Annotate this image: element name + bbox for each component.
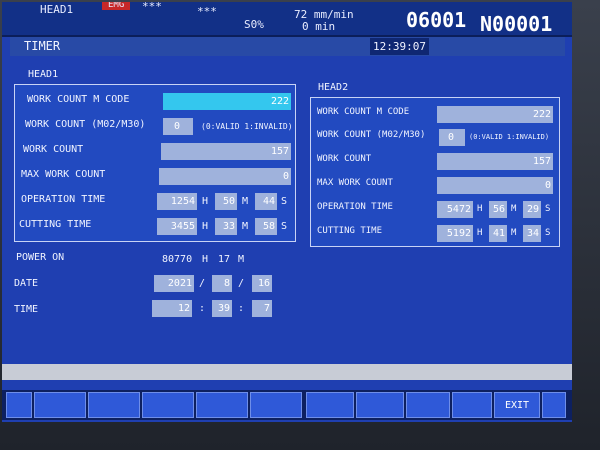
head1-count-field[interactable]: 157 (161, 143, 291, 160)
head1-title: HEAD1 (28, 69, 59, 80)
head1-op-hours[interactable]: 1254 (157, 193, 197, 210)
head2-m02-field[interactable]: 0 (439, 129, 465, 146)
head1-op-seconds[interactable]: 44 (255, 193, 277, 210)
status-stars-1: *** (142, 2, 162, 13)
status-header: HEAD1 EMG *** *** 72 mm/min S0% 0 min 06… (2, 2, 572, 37)
power-on-label: POWER ON (16, 252, 65, 263)
head1-cut-s-unit: S (281, 221, 288, 232)
softkey-9[interactable] (406, 392, 450, 418)
power-on-hours: 80770 (162, 254, 193, 265)
head2-op-m-unit: M (511, 204, 517, 214)
softkey-5[interactable] (196, 392, 248, 418)
head2-valid-note: (0:VALID 1:INVALID) (469, 133, 550, 141)
softkey-6[interactable] (250, 392, 302, 418)
softkey-1[interactable] (6, 392, 32, 418)
head2-m02-label: WORK COUNT (M02/M30) (317, 130, 426, 140)
program-number: 06001 (406, 8, 467, 32)
head2-count-field[interactable]: 157 (437, 153, 553, 170)
power-on-m-unit: M (238, 254, 245, 265)
power-on-h-unit: H (202, 254, 209, 265)
head1-count-label: WORK COUNT (23, 144, 84, 155)
head2-cut-h-unit: H (477, 228, 483, 238)
date-month[interactable]: 8 (212, 275, 232, 292)
date-label: DATE (14, 278, 39, 289)
head1-op-h-unit: H (202, 196, 209, 207)
head2-op-s-unit: S (545, 204, 551, 214)
head2-mcode-label: WORK COUNT M CODE (317, 107, 410, 117)
time-minutes[interactable]: 39 (212, 300, 232, 317)
head2-max-label: MAX WORK COUNT (317, 178, 393, 188)
time-hours[interactable]: 12 (152, 300, 192, 317)
cnc-screen: HEAD1 EMG *** *** 72 mm/min S0% 0 min 06… (2, 2, 572, 422)
date-year[interactable]: 2021 (154, 275, 194, 292)
time-seconds[interactable]: 7 (252, 300, 272, 317)
spindle-override: S0% (244, 18, 264, 31)
time-sep-1: : (199, 303, 206, 314)
head1-m02-field[interactable]: 0 (163, 118, 193, 135)
date-day[interactable]: 16 (252, 275, 272, 292)
head1-mcode-field[interactable]: 222 (163, 93, 291, 110)
head2-op-seconds[interactable]: 29 (523, 201, 541, 218)
time-label: TIME (14, 304, 39, 315)
head1-valid-note: (0:VALID 1:INVALID) (201, 122, 293, 131)
sequence-number: N00001 (480, 12, 553, 36)
head1-op-s-unit: S (281, 196, 288, 207)
head1-op-minutes[interactable]: 50 (215, 193, 237, 210)
softkey-7[interactable] (306, 392, 354, 418)
head1-op-label: OPERATION TIME (21, 194, 106, 205)
head2-cut-s-unit: S (545, 228, 551, 238)
softkey-3[interactable] (88, 392, 140, 418)
head2-op-hours[interactable]: 5472 (437, 201, 473, 218)
input-line[interactable] (2, 364, 572, 380)
softkey-10[interactable] (452, 392, 492, 418)
head1-cut-seconds[interactable]: 58 (255, 218, 277, 235)
head2-mcode-field[interactable]: 222 (437, 106, 553, 123)
head2-op-label: OPERATION TIME (317, 202, 393, 212)
head1-cut-m-unit: M (242, 221, 249, 232)
time-sep-2: : (238, 303, 245, 314)
clock-display: 12:39:07 (370, 38, 429, 55)
head2-title: HEAD2 (318, 82, 349, 93)
head1-m02-label: WORK COUNT (M02/M30) (25, 119, 146, 130)
head2-cut-m-unit: M (511, 228, 517, 238)
screen-title: TIMER (24, 39, 61, 53)
head2-cut-hours[interactable]: 5192 (437, 225, 473, 242)
spindle-speed: 0 min (302, 20, 336, 33)
head2-cut-minutes[interactable]: 41 (489, 225, 507, 242)
head1-cut-minutes[interactable]: 33 (215, 218, 237, 235)
softkey-bar: EXIT (2, 390, 572, 420)
date-sep-1: / (199, 278, 206, 289)
exit-softkey[interactable]: EXIT (494, 392, 540, 418)
head1-mcode-label: WORK COUNT M CODE (27, 94, 130, 105)
head2-count-label: WORK COUNT (317, 154, 372, 164)
head1-max-field[interactable]: 0 (159, 168, 291, 185)
softkey-8[interactable] (356, 392, 404, 418)
softkey-4[interactable] (142, 392, 194, 418)
head2-max-field[interactable]: 0 (437, 177, 553, 194)
emg-indicator: EMG (102, 2, 131, 10)
screen-title-bar: TIMER (10, 37, 565, 56)
head1-op-m-unit: M (242, 196, 249, 207)
head1-cut-h-unit: H (202, 221, 209, 232)
date-sep-2: / (238, 278, 245, 289)
head2-panel: WORK COUNT M CODE 222 WORK COUNT (M02/M3… (310, 97, 560, 247)
head2-cut-label: CUTTING TIME (317, 226, 383, 236)
status-stars-2: *** (197, 5, 217, 18)
head1-max-label: MAX WORK COUNT (21, 169, 106, 180)
head2-cut-seconds[interactable]: 34 (523, 225, 541, 242)
softkey-2[interactable] (34, 392, 86, 418)
softkey-next[interactable] (542, 392, 566, 418)
head1-cut-hours[interactable]: 3455 (157, 218, 197, 235)
head2-op-minutes[interactable]: 56 (489, 201, 507, 218)
head-indicator: HEAD1 (40, 3, 74, 16)
head1-cut-label: CUTTING TIME (19, 219, 92, 230)
head2-op-h-unit: H (477, 204, 483, 214)
monitor-bezel: HEAD1 EMG *** *** 72 mm/min S0% 0 min 06… (0, 0, 600, 450)
power-on-minutes: 17 (218, 254, 231, 265)
head1-panel: WORK COUNT M CODE 222 WORK COUNT (M02/M3… (14, 84, 296, 242)
